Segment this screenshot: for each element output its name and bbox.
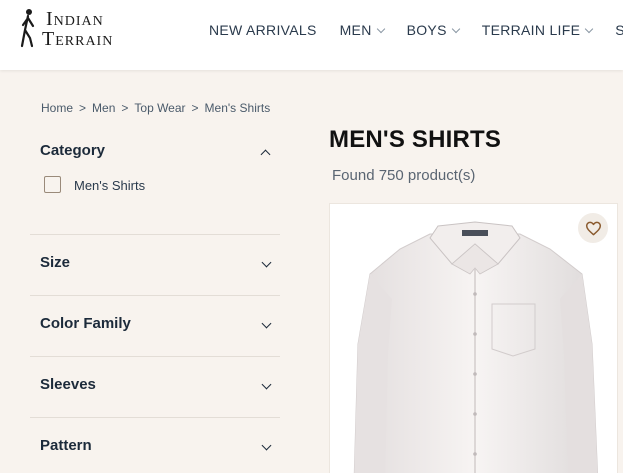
breadcrumb-separator: > bbox=[121, 101, 129, 115]
heart-icon bbox=[585, 221, 601, 235]
filter-sleeves-title: Sleeves bbox=[40, 376, 96, 393]
main-nav: NEW ARRIVALS MEN BOYS TERRAIN LIFE SU bbox=[209, 22, 623, 38]
wishlist-button[interactable] bbox=[578, 213, 608, 243]
checkbox-label[interactable]: Men's Shirts bbox=[74, 178, 145, 193]
logo-figure-icon bbox=[20, 9, 35, 48]
filter-size-title: Size bbox=[40, 254, 71, 271]
breadcrumb-separator: > bbox=[191, 101, 199, 115]
nav-item-label: SU bbox=[615, 22, 623, 38]
chevron-down-icon[interactable] bbox=[261, 440, 272, 451]
divider bbox=[30, 356, 280, 357]
page-title: MEN'S SHIRTS bbox=[329, 126, 502, 153]
product-image[interactable] bbox=[330, 204, 618, 473]
nav-item-label: TERRAIN LIFE bbox=[481, 22, 581, 38]
filter-pattern-title: Pattern bbox=[40, 437, 92, 454]
chevron-down-icon bbox=[376, 24, 385, 34]
divider bbox=[30, 295, 280, 296]
breadcrumb-top-wear[interactable]: Top Wear bbox=[134, 101, 185, 115]
site-header: Indian Terrain NEW ARRIVALS MEN BOYS TER… bbox=[0, 0, 623, 70]
breadcrumb-home[interactable]: Home bbox=[41, 101, 73, 115]
product-card[interactable] bbox=[329, 203, 618, 473]
filter-category-title: Category bbox=[40, 142, 106, 159]
filter-color-family-title: Color Family bbox=[40, 315, 131, 332]
chevron-down-icon[interactable] bbox=[261, 318, 272, 329]
checkbox-mens-shirts[interactable] bbox=[44, 176, 61, 193]
chevron-down-icon bbox=[451, 24, 460, 34]
brand-logo[interactable]: Indian Terrain bbox=[18, 8, 133, 50]
nav-item-terrain-life[interactable]: TERRAIN LIFE bbox=[481, 22, 594, 38]
nav-item-boys[interactable]: BOYS bbox=[406, 22, 460, 38]
divider bbox=[30, 417, 280, 418]
brand-name-line2: Terrain bbox=[42, 28, 114, 50]
nav-item-su[interactable]: SU bbox=[615, 22, 623, 38]
nav-item-men[interactable]: MEN bbox=[339, 22, 385, 38]
divider bbox=[30, 234, 280, 235]
nav-item-label: BOYS bbox=[406, 22, 447, 38]
chevron-down-icon[interactable] bbox=[261, 257, 272, 268]
breadcrumb-current: Men's Shirts bbox=[204, 101, 271, 115]
breadcrumb-men[interactable]: Men bbox=[92, 101, 115, 115]
product-count: Found 750 product(s) bbox=[332, 167, 476, 184]
chevron-down-icon bbox=[584, 24, 594, 34]
chevron-up-icon[interactable] bbox=[260, 149, 271, 160]
nav-item-label: NEW ARRIVALS bbox=[209, 22, 317, 38]
chevron-down-icon[interactable] bbox=[261, 379, 272, 390]
breadcrumb: Home > Men > Top Wear > Men's Shirts bbox=[41, 101, 270, 115]
nav-item-label: MEN bbox=[339, 22, 372, 38]
nav-item-new-arrivals[interactable]: NEW ARRIVALS bbox=[209, 22, 317, 38]
breadcrumb-separator: > bbox=[79, 101, 87, 115]
